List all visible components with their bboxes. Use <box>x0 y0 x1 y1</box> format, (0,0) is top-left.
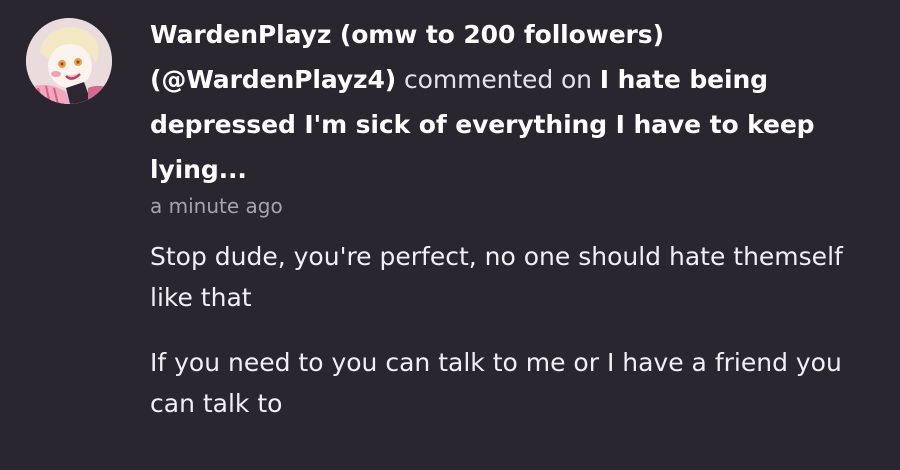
author-handle[interactable]: (@WardenPlayz4) <box>150 65 396 94</box>
user-avatar-icon <box>26 18 112 104</box>
action-text: commented on <box>403 65 592 94</box>
comment-paragraph: If you need to you can talk to me or I h… <box>150 348 842 418</box>
notification-header: WardenPlayz (omw to 200 followers) (@War… <box>150 12 870 192</box>
notification-content: WardenPlayz (omw to 200 followers) (@War… <box>150 12 870 448</box>
avatar[interactable] <box>26 18 112 104</box>
comment-body: Stop dude, you're perfect, no one should… <box>150 236 870 424</box>
comment-notification[interactable]: WardenPlayz (omw to 200 followers) (@War… <box>0 0 900 470</box>
comment-paragraph: Stop dude, you're perfect, no one should… <box>150 242 843 312</box>
author-name[interactable]: WardenPlayz (omw to 200 followers) <box>150 20 664 49</box>
timestamp: a minute ago <box>150 194 283 218</box>
